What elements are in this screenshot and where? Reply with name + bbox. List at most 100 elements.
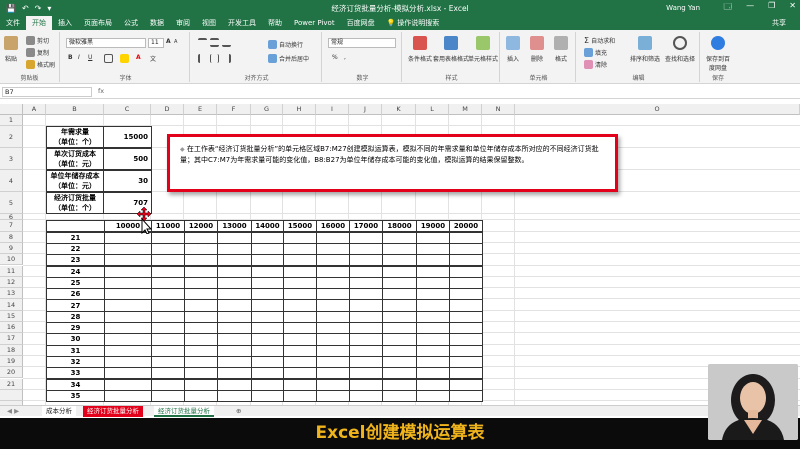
shrink-font-button[interactable]: A — [174, 39, 177, 45]
tab-home[interactable]: 开始 — [26, 16, 52, 30]
annual-demand-header-cell[interactable]: 12000 — [184, 220, 218, 232]
lightbulb-icon[interactable]: 💡 — [381, 16, 397, 30]
param-value-cell[interactable]: 15000 — [103, 126, 152, 149]
row-header[interactable]: 19 — [0, 355, 23, 368]
align-center-icon[interactable] — [210, 54, 219, 63]
comma-button[interactable]: , — [344, 54, 346, 61]
column-header[interactable]: I — [316, 104, 349, 115]
column-header[interactable]: O — [515, 104, 800, 115]
borders-button[interactable] — [104, 54, 113, 63]
result-cell[interactable] — [316, 389, 350, 403]
annual-demand-header-cell[interactable]: 11000 — [151, 220, 185, 232]
align-top-icon[interactable] — [198, 38, 207, 47]
tab-developer[interactable]: 开发工具 — [222, 16, 262, 30]
share-button[interactable]: 共享 — [766, 16, 792, 30]
result-cell[interactable] — [449, 389, 483, 403]
row-header[interactable]: 14 — [0, 299, 23, 311]
param-label-cell[interactable]: 年需求量 （单位：个） — [46, 126, 104, 149]
row-header[interactable]: 17 — [0, 333, 23, 345]
wrap-text-button[interactable]: 自动换行 — [268, 40, 303, 49]
add-sheet-button[interactable]: ⊕ — [232, 406, 245, 417]
annual-demand-header-cell[interactable]: 13000 — [217, 220, 252, 232]
save-to-baidu-button[interactable]: 保存到百度网盘 — [704, 36, 732, 72]
column-header[interactable]: K — [382, 104, 416, 115]
tab-insert[interactable]: 插入 — [52, 16, 78, 30]
tab-file[interactable]: 文件 — [0, 16, 26, 30]
user-name[interactable]: Wang Yan — [666, 4, 700, 12]
ribbon-display-icon[interactable]: 🗔 — [723, 1, 732, 15]
autosum-button[interactable]: Σ 自动求和 — [584, 36, 615, 45]
tab-data[interactable]: 数据 — [144, 16, 170, 30]
annual-demand-header-cell[interactable]: 16000 — [316, 220, 350, 232]
row-header[interactable]: 10 — [0, 254, 23, 266]
tab-formulas[interactable]: 公式 — [118, 16, 144, 30]
row-header[interactable]: 7 — [0, 220, 23, 232]
column-header[interactable]: D — [151, 104, 184, 115]
annual-demand-header-cell[interactable]: 18000 — [382, 220, 417, 232]
percent-button[interactable]: % — [332, 54, 338, 61]
cut-button[interactable]: 剪切 — [26, 36, 49, 45]
sheet-nav-icon[interactable]: ◀ ▶ — [3, 406, 23, 417]
italic-button[interactable]: I — [78, 54, 80, 61]
align-bottom-icon[interactable] — [222, 38, 231, 47]
annual-demand-header-cell[interactable]: 20000 — [449, 220, 483, 232]
minimize-icon[interactable]: — — [746, 1, 754, 15]
row-header[interactable]: 2 — [0, 126, 23, 149]
font-color-button[interactable]: A — [136, 54, 141, 61]
paste-button[interactable]: 粘贴 — [4, 36, 18, 63]
result-cell[interactable] — [349, 389, 383, 403]
column-header[interactable]: N — [482, 104, 515, 115]
fill-button[interactable]: 填充 — [584, 48, 607, 57]
column-header[interactable]: H — [283, 104, 316, 115]
row-header[interactable]: 9 — [0, 242, 23, 255]
result-cell[interactable] — [151, 389, 185, 403]
undo-icon[interactable]: ↶ — [22, 4, 29, 13]
customize-icon[interactable]: ▾ — [47, 4, 51, 13]
phonetic-button[interactable]: 文 — [150, 54, 156, 63]
result-cell[interactable] — [251, 389, 284, 403]
result-cell[interactable] — [104, 389, 152, 403]
grow-font-button[interactable]: A — [166, 38, 171, 45]
tab-help[interactable]: 帮助 — [262, 16, 288, 30]
param-value-cell[interactable]: 500 — [103, 148, 152, 171]
close-icon[interactable]: ✕ — [789, 1, 796, 15]
annual-demand-header-cell[interactable]: 17000 — [349, 220, 383, 232]
tab-baidu-pan[interactable]: 百度网盘 — [341, 16, 381, 30]
underline-button[interactable]: U — [88, 54, 92, 61]
cell-styles-button[interactable]: 单元格样式 — [468, 36, 498, 63]
find-select-button[interactable]: 查找和选择 — [664, 36, 696, 63]
font-name-select[interactable]: 微软雅黑 — [66, 38, 146, 48]
row-header[interactable] — [0, 389, 23, 402]
row-header[interactable]: 3 — [0, 148, 23, 171]
sort-filter-button[interactable]: 排序和筛选 — [630, 36, 660, 63]
row-header[interactable]: 8 — [0, 231, 23, 243]
tab-review[interactable]: 审阅 — [170, 16, 196, 30]
format-painter-button[interactable]: 格式刷 — [26, 60, 55, 69]
delete-cells-button[interactable]: 删除 — [530, 36, 544, 63]
sheet-tab-eoq-2[interactable]: 经济订货批量分析 — [154, 406, 214, 417]
row-header[interactable]: 20 — [0, 367, 23, 379]
align-left-icon[interactable] — [198, 54, 207, 63]
column-header[interactable]: G — [251, 104, 283, 115]
font-size-select[interactable]: 11 — [148, 38, 164, 48]
row-header[interactable]: 4 — [0, 170, 23, 193]
select-all-button[interactable] — [0, 104, 23, 115]
column-header[interactable]: F — [217, 104, 251, 115]
row-header[interactable]: 15 — [0, 310, 23, 322]
redo-icon[interactable]: ↷ — [35, 4, 42, 13]
param-label-cell[interactable]: 单位年储存成本 （单位：元） — [46, 170, 104, 193]
param-value-cell[interactable]: 30 — [103, 170, 152, 193]
param-label-cell[interactable]: 单次订货成本 （单位：元） — [46, 148, 104, 171]
fx-icon[interactable]: fx — [98, 87, 104, 95]
copy-button[interactable]: 复制 — [26, 48, 49, 57]
tell-me-search[interactable]: 操作说明搜索 — [396, 16, 445, 30]
sheet-tab-eoq-1[interactable]: 经济订货批量分析 — [83, 406, 143, 417]
tab-page-layout[interactable]: 页面布局 — [78, 16, 118, 30]
annual-demand-header-cell[interactable]: 19000 — [416, 220, 450, 232]
storage-cost-row-cell[interactable]: 35 — [46, 389, 105, 403]
insert-cells-button[interactable]: 插入 — [506, 36, 520, 63]
result-cell[interactable] — [184, 389, 218, 403]
annual-demand-header-cell[interactable]: 14000 — [251, 220, 284, 232]
restore-icon[interactable]: ❐ — [768, 1, 775, 15]
column-header[interactable]: M — [449, 104, 482, 115]
